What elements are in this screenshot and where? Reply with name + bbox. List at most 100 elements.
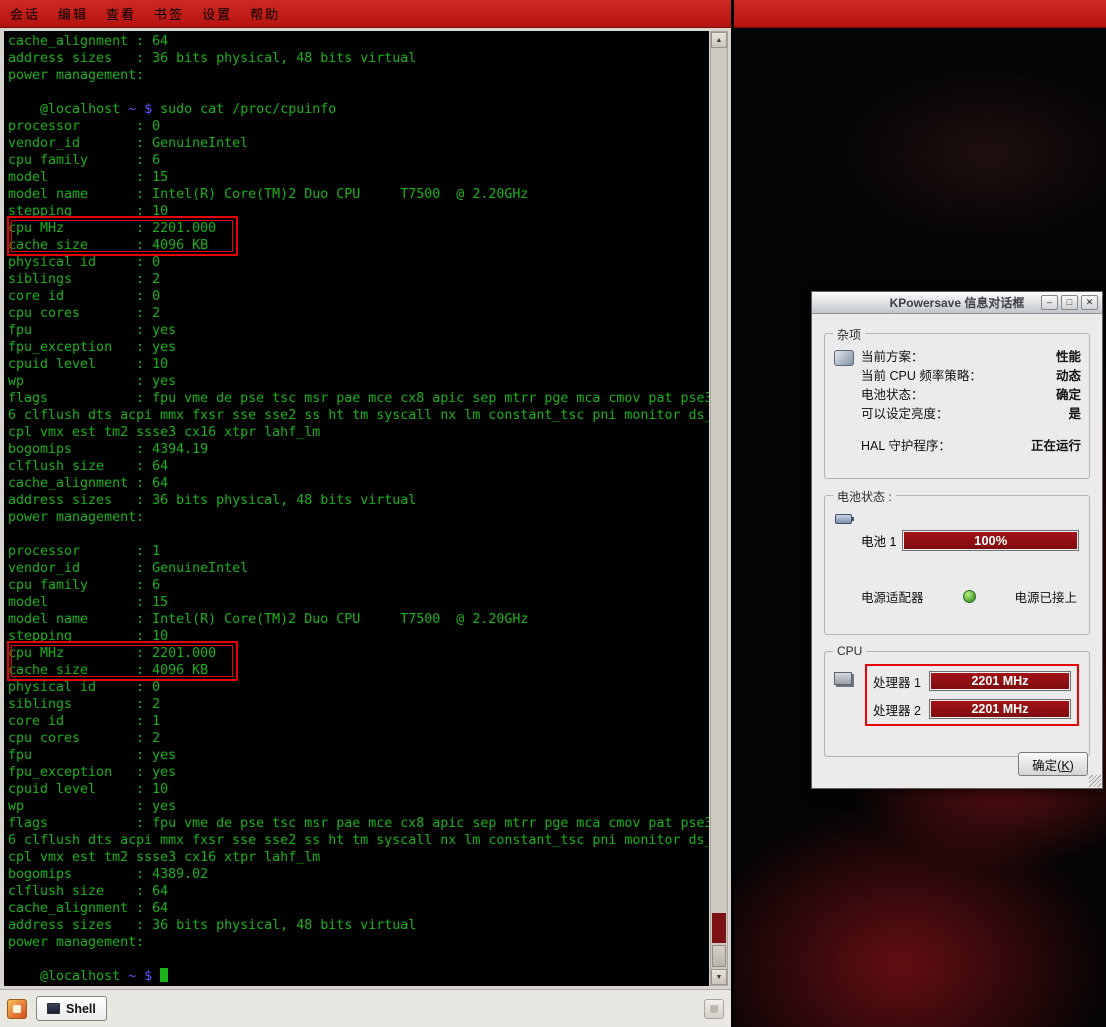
dialog-body: 杂项 当前方案：性能当前 CPU 频率策略：动态电池状态：确定可以设定亮度：是 H… [812,315,1102,788]
scroll-thumb[interactable] [712,945,726,967]
red-highlight-box: cpu MHz : 2201.000cache size : 4096 KB [8,645,236,679]
scroll-down-button[interactable]: ▼ [711,969,727,985]
terminal-line: power management: [8,67,709,84]
menu: 会话编辑查看书签设置帮助 [10,4,280,23]
tab-shell[interactable]: Shell [36,996,107,1021]
terminal-line: model name : Intel(R) Core(TM)2 Duo CPU … [8,186,709,203]
terminal-tabbar: Shell [0,989,731,1027]
desktop-background: KPowersave 信息对话框 – □ ✕ 杂项 当前方案：性能当前 CPU … [734,0,1106,1027]
tab-options-icon[interactable] [704,999,724,1019]
screen: 会话编辑查看书签设置帮助 cache_alignment : 64address… [0,0,1106,1027]
terminal-line: cpuid level : 10 [8,356,709,373]
terminal-line: cpu family : 6 [8,152,709,169]
terminal-line: siblings : 2 [8,696,709,713]
info-row: 可以设定亮度：是 [861,405,1081,424]
menu-item[interactable]: 书签 [154,4,184,23]
info-label: HAL 守护程序： [861,437,951,456]
terminal-line: clflush size : 64 [8,458,709,475]
terminal-line: cpl vmx est tm2 ssse3 cx16 xtpr lahf_lm [8,849,709,866]
terminal-line: vendor_id : GenuineIntel [8,135,709,152]
terminal-line: address sizes : 36 bits physical, 48 bit… [8,492,709,509]
terminal-line: cpu cores : 2 [8,730,709,747]
terminal-line: 6 clflush dts acpi mmx fxsr sse sse2 ss … [8,832,709,849]
terminal-line: address sizes : 36 bits physical, 48 bit… [8,50,709,67]
terminal-region: cache_alignment : 64address sizes : 36 b… [0,28,731,989]
terminal-line: @localhost ~ $ sudo cat /proc/cpuinfo [8,101,709,118]
terminal-line: stepping : 10 [8,203,709,220]
minimize-button[interactable]: – [1041,295,1058,310]
terminal-output: cache_alignment : 64address sizes : 36 b… [8,33,709,985]
menu-item[interactable]: 帮助 [250,4,280,23]
terminal-line: address sizes : 36 bits physical, 48 bit… [8,917,709,934]
terminal-line: cache size : 4096 KB [8,662,236,679]
menu-item[interactable]: 会话 [10,4,40,23]
terminal-line: flags : fpu vme de pse tsc msr pae mce c… [8,815,709,832]
terminal-line [8,84,709,101]
terminal-line: fpu_exception : yes [8,764,709,781]
terminal-line: cpu family : 6 [8,577,709,594]
battery-progressbar: 100% [902,530,1079,551]
terminal-line: physical id : 0 [8,679,709,696]
tab-label: Shell [66,1002,96,1016]
ok-button[interactable]: 确定(K) [1018,752,1088,776]
terminal-line: model : 15 [8,594,709,611]
menu-item[interactable]: 编辑 [58,4,88,23]
dialog-titlebar[interactable]: KPowersave 信息对话框 – □ ✕ [812,292,1102,314]
terminal-line: core id : 1 [8,713,709,730]
terminal-line: fpu_exception : yes [8,339,709,356]
terminal-scrollbar[interactable]: ▲ ▼ [710,31,728,986]
menu-item[interactable]: 设置 [202,4,232,23]
terminal-line: cpuid level : 10 [8,781,709,798]
scheme-icon [834,350,854,366]
terminal-line: power management: [8,509,709,526]
info-row: 当前方案：性能 [861,348,1081,367]
background-titlebar [734,0,1106,28]
new-session-icon[interactable] [7,999,27,1019]
menu-item[interactable]: 查看 [106,4,136,23]
group-cpu-title: CPU [833,644,866,658]
resize-grip[interactable] [1089,775,1101,787]
terminal-window: 会话编辑查看书签设置帮助 cache_alignment : 64address… [0,0,731,1027]
info-row: 当前 CPU 频率策略：动态 [861,367,1081,386]
group-battery: 电池状态 : 电池 1 100% 电源适配器 电源已接上 [824,495,1090,635]
cpu-icon [834,672,852,685]
misc-rows: 当前方案：性能当前 CPU 频率策略：动态电池状态：确定可以设定亮度：是 HAL … [861,348,1081,456]
scroll-down-icon: ▼ [716,974,723,981]
close-button[interactable]: ✕ [1081,295,1098,310]
info-value: 确定 [1056,386,1081,405]
terminal-line: bogomips : 4389.02 [8,866,709,883]
terminal-line: cpu MHz : 2201.000 [8,645,236,662]
kpowersave-dialog: KPowersave 信息对话框 – □ ✕ 杂项 当前方案：性能当前 CPU … [811,291,1103,789]
info-label: 当前方案： [861,348,924,367]
dialog-title: KPowersave 信息对话框 [890,294,1025,311]
info-row: HAL 守护程序：正在运行 [861,437,1081,456]
group-misc: 杂项 当前方案：性能当前 CPU 频率策略：动态电池状态：确定可以设定亮度：是H… [824,333,1090,479]
maximize-button[interactable]: □ [1061,295,1078,310]
info-value: 动态 [1056,367,1081,386]
terminal-line: model : 15 [8,169,709,186]
terminal-line: siblings : 2 [8,271,709,288]
group-misc-title: 杂项 [833,326,865,343]
adapter-status: 电源已接上 [1014,587,1077,606]
cpu-label: 处理器 1 [873,672,921,691]
group-battery-title: 电池状态 : [833,488,896,505]
group-cpu: CPU 处理器 12201 MHz处理器 22201 MHz [824,651,1090,757]
red-highlight-box: cpu MHz : 2201.000cache size : 4096 KB [8,220,236,254]
terminal-line: cpu MHz : 2201.000 [8,220,236,237]
info-label: 可以设定亮度： [861,405,949,424]
adapter-row: 电源适配器 电源已接上 [861,587,1077,606]
terminal-line: @localhost ~ $ [8,968,709,985]
terminal-line: cache_alignment : 64 [8,33,709,50]
scroll-up-button[interactable]: ▲ [711,32,727,48]
terminal-line: processor : 0 [8,118,709,135]
terminal-line [8,951,709,968]
info-row: 电池状态：确定 [861,386,1081,405]
terminal-screen[interactable]: cache_alignment : 64address sizes : 36 b… [4,31,709,986]
cpu-frequency-bar: 2201 MHz [929,671,1071,691]
cpu-row: 处理器 1 2201 MHz [873,671,1071,691]
terminal-line: cache_alignment : 64 [8,475,709,492]
battery-icon [835,514,852,524]
terminal-line: cpu cores : 2 [8,305,709,322]
window-buttons: – □ ✕ [1041,295,1098,310]
terminal-line: wp : yes [8,798,709,815]
